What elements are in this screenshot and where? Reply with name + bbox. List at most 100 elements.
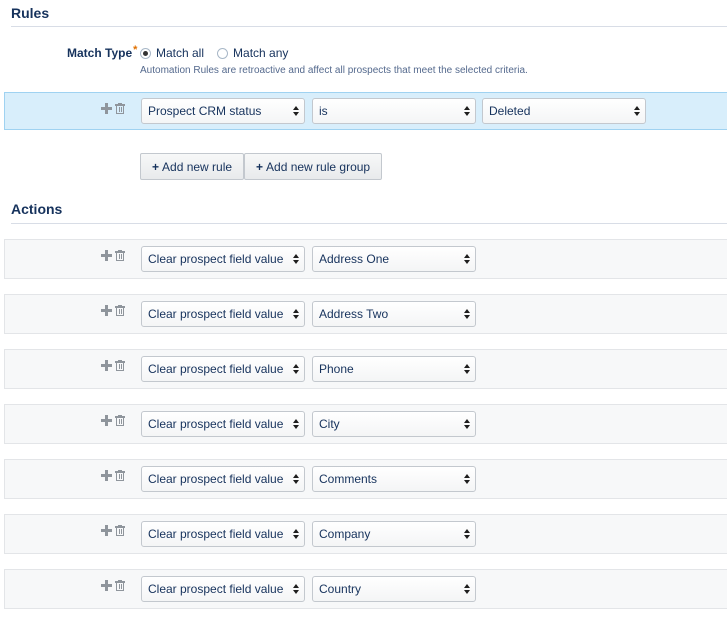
action-field-value: Address Two — [319, 307, 389, 321]
match-type-radio-group: Match all Match any — [140, 46, 301, 60]
action-row-icons — [101, 470, 125, 481]
rule-field-select[interactable]: Prospect CRM status — [141, 98, 305, 124]
action-field-select[interactable]: Phone — [312, 356, 476, 382]
action-type-select[interactable]: Clear prospect field value — [141, 356, 305, 382]
action-row: Clear prospect field value Country — [4, 569, 727, 609]
plus-icon[interactable] — [101, 470, 112, 481]
action-row: Clear prospect field value Address Two — [4, 294, 727, 334]
match-any-label: Match any — [233, 46, 289, 60]
match-all-option[interactable]: Match all — [140, 46, 204, 60]
select-arrows-icon — [293, 474, 299, 485]
select-arrows-icon — [293, 529, 299, 540]
rules-divider — [11, 26, 727, 27]
rule-row-icons — [101, 103, 125, 114]
rule-operator-select[interactable]: is — [312, 98, 476, 124]
trash-icon[interactable] — [115, 415, 125, 426]
action-row-icons — [101, 360, 125, 371]
action-type-value: Clear prospect field value — [148, 307, 284, 321]
action-type-select[interactable]: Clear prospect field value — [141, 521, 305, 547]
action-field-value: Phone — [319, 362, 354, 376]
action-row: Clear prospect field value Address One — [4, 239, 727, 279]
match-all-radio[interactable] — [140, 47, 151, 59]
action-row-icons — [101, 250, 125, 261]
action-field-select[interactable]: Address One — [312, 246, 476, 272]
trash-icon[interactable] — [115, 360, 125, 371]
match-type-label: Match Type* — [67, 44, 138, 60]
select-arrows-icon — [293, 254, 299, 265]
action-type-select[interactable]: Clear prospect field value — [141, 411, 305, 437]
add-new-rule-group-button[interactable]: + Add new rule group — [244, 153, 383, 180]
action-field-select[interactable]: Address Two — [312, 301, 476, 327]
action-type-value: Clear prospect field value — [148, 417, 284, 431]
plus-icon[interactable] — [101, 103, 112, 114]
action-row-icons — [101, 305, 125, 316]
action-field-select[interactable]: Country — [312, 576, 476, 602]
action-field-value: Company — [319, 527, 371, 541]
plus-icon[interactable] — [101, 525, 112, 536]
match-any-radio[interactable] — [217, 47, 229, 59]
action-row-icons — [101, 415, 125, 426]
action-field-value: Address One — [319, 252, 390, 266]
action-field-select[interactable]: Company — [312, 521, 476, 547]
action-type-select[interactable]: Clear prospect field value — [141, 576, 305, 602]
action-type-value: Clear prospect field value — [148, 362, 284, 376]
select-arrows-icon — [293, 584, 299, 595]
action-type-select[interactable]: Clear prospect field value — [141, 246, 305, 272]
select-arrows-icon — [464, 474, 470, 485]
actions-divider — [11, 223, 727, 224]
select-arrows-icon — [464, 529, 470, 540]
action-type-select[interactable]: Clear prospect field value — [141, 301, 305, 327]
select-arrows-icon — [634, 106, 640, 117]
select-arrows-icon — [464, 584, 470, 595]
trash-icon[interactable] — [115, 250, 125, 261]
action-type-value: Clear prospect field value — [148, 472, 284, 486]
plus-icon[interactable] — [101, 360, 112, 371]
plus-icon[interactable] — [101, 250, 112, 261]
plus-icon: + — [256, 159, 264, 174]
select-arrows-icon — [293, 364, 299, 375]
add-new-rule-button[interactable]: + Add new rule — [140, 153, 245, 180]
action-type-value: Clear prospect field value — [148, 527, 284, 541]
action-field-select[interactable]: City — [312, 411, 476, 437]
trash-icon[interactable] — [115, 580, 125, 591]
action-row: Clear prospect field value City — [4, 404, 727, 444]
rule-field-value: Prospect CRM status — [148, 104, 262, 118]
plus-icon[interactable] — [101, 305, 112, 316]
rule-value-select[interactable]: Deleted — [482, 98, 646, 124]
select-arrows-icon — [464, 309, 470, 320]
plus-icon[interactable] — [101, 415, 112, 426]
trash-icon[interactable] — [115, 470, 125, 481]
match-type-help-text: Automation Rules are retroactive and aff… — [140, 65, 528, 76]
action-row: Clear prospect field value Phone — [4, 349, 727, 389]
action-type-value: Clear prospect field value — [148, 252, 284, 266]
trash-icon[interactable] — [115, 305, 125, 316]
rule-value-value: Deleted — [489, 104, 531, 118]
action-field-select[interactable]: Comments — [312, 466, 476, 492]
select-arrows-icon — [293, 419, 299, 430]
action-field-value: Comments — [319, 472, 378, 486]
add-new-rule-label: Add new rule — [162, 159, 233, 174]
select-arrows-icon — [464, 364, 470, 375]
trash-icon[interactable] — [115, 103, 125, 114]
select-arrows-icon — [464, 419, 470, 430]
plus-icon[interactable] — [101, 580, 112, 591]
match-any-option[interactable]: Match any — [217, 46, 288, 60]
action-type-value: Clear prospect field value — [148, 582, 284, 596]
action-row-icons — [101, 525, 125, 536]
rule-row: Prospect CRM status is Deleted — [4, 92, 727, 130]
actions-section-title: Actions — [11, 201, 63, 217]
match-all-label: Match all — [156, 46, 205, 60]
action-type-select[interactable]: Clear prospect field value — [141, 466, 305, 492]
select-arrows-icon — [464, 106, 470, 117]
required-mark: * — [133, 44, 138, 56]
rule-operator-value: is — [319, 104, 328, 118]
action-row-icons — [101, 580, 125, 591]
rules-section-title: Rules — [11, 5, 50, 21]
action-field-value: City — [319, 417, 340, 431]
trash-icon[interactable] — [115, 525, 125, 536]
select-arrows-icon — [293, 309, 299, 320]
action-row: Clear prospect field value Comments — [4, 459, 727, 499]
plus-icon: + — [152, 159, 160, 174]
match-type-label-text: Match Type — [67, 46, 133, 60]
select-arrows-icon — [293, 106, 299, 117]
